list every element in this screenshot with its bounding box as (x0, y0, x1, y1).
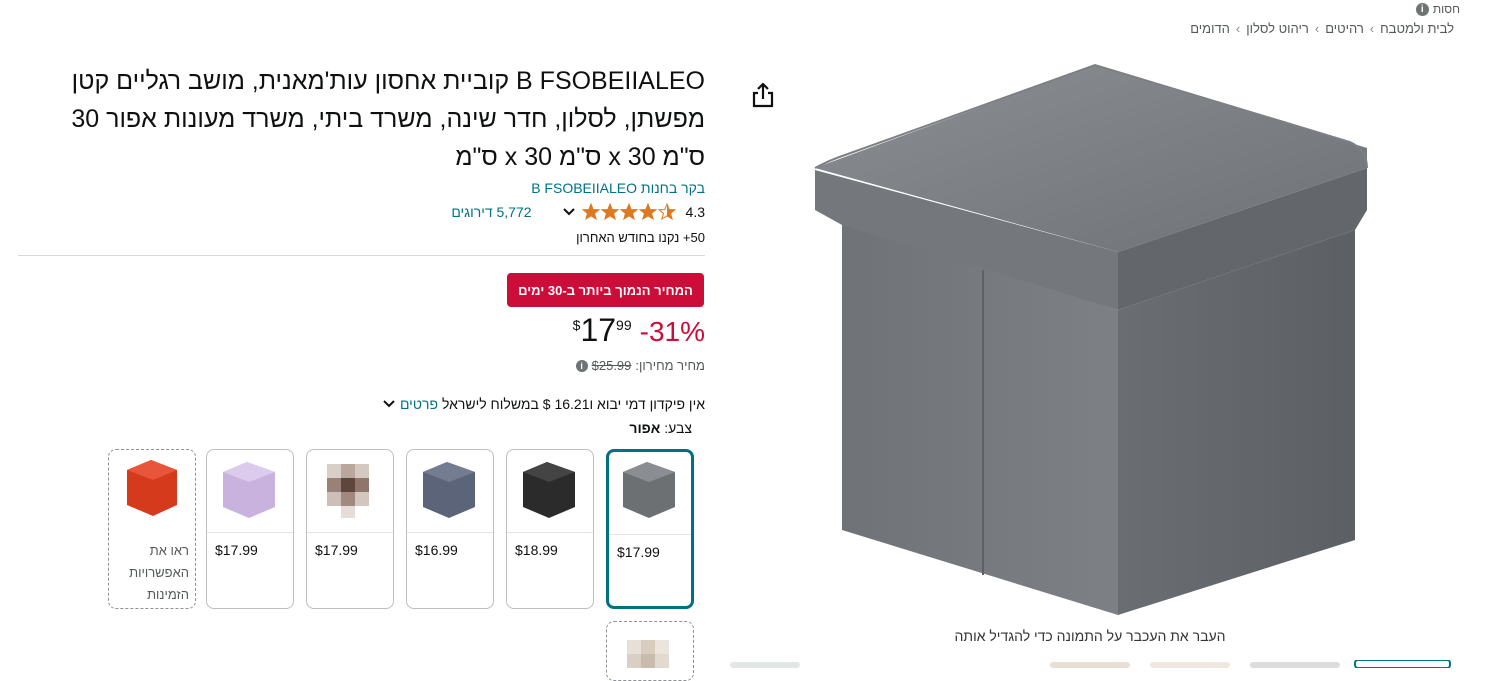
discount-percent: -31% (639, 316, 705, 347)
breadcrumb-item[interactable]: הדומים (1190, 21, 1230, 36)
chevron-left-icon: › (1314, 21, 1320, 36)
breadcrumb: לבית ולמטבח › רהיטים › ריהוט לסלון › הדו… (1190, 21, 1454, 36)
price-row: -31% $ 17 99 (573, 310, 705, 354)
color-selector-label: צבע: אפור (629, 420, 692, 436)
swatch-price: $17.99 (215, 542, 258, 558)
divider (18, 255, 705, 256)
zoom-hint: העבר את העכבר על התמונה כדי להגדיל אותה (954, 628, 1226, 644)
swatch-image (207, 450, 293, 533)
rating-row: 4.3 5,772 דירוגים (451, 203, 705, 221)
swatch-image (507, 450, 593, 533)
ratings-count-link[interactable]: 5,772 דירוגים (451, 204, 531, 220)
store-link[interactable]: בקר בחנות B FSOBEIIALEO (531, 180, 705, 196)
breadcrumb-item[interactable]: לבית ולמטבח (1380, 21, 1454, 36)
rating-value: 4.3 (685, 204, 705, 220)
color-swatch[interactable]: $17.99 (206, 449, 294, 609)
swatch-image (109, 450, 195, 532)
swatch-price: $18.99 (515, 542, 558, 558)
sponsored-label[interactable]: חסות i (1415, 2, 1460, 16)
color-swatch-selected[interactable]: $17.99 (606, 449, 694, 609)
deal-badge: המחיר הנמוך ביותר ב-30 ימים (507, 273, 704, 307)
color-swatch[interactable]: $17.99 (306, 449, 394, 609)
chevron-left-icon: › (1369, 21, 1375, 36)
swatch-price: $17.99 (315, 542, 358, 558)
list-price-label: מחיר מחירון: (635, 358, 705, 373)
chevron-down-icon[interactable] (382, 399, 396, 409)
info-icon: i (1415, 2, 1429, 16)
breadcrumb-item[interactable]: ריהוט לסלון (1246, 21, 1309, 36)
swatch-image (609, 452, 691, 535)
chevron-down-icon[interactable] (562, 207, 576, 217)
shipping-details-link[interactable]: פרטים (400, 396, 438, 412)
list-price-value: $25.99 (591, 358, 632, 373)
color-swatch[interactable]: $18.99 (506, 449, 594, 609)
swatch-image (407, 450, 493, 533)
see-options-text: ראו את האפשרויות הזמינות (129, 543, 189, 602)
swatch-image (307, 450, 393, 533)
current-price: $ 17 99 (572, 312, 632, 348)
product-title: B FSOBEIIALEO קוביית אחסון עות'מאנית, מו… (71, 67, 705, 171)
shipping-info: אין פיקדון דמי יבוא ו16.21 $ במשלוח לישר… (382, 396, 705, 412)
swatch-price: $16.99 (415, 542, 458, 558)
bought-count: 50+ נקנו בחודש האחרון (576, 230, 705, 245)
stars-icon (581, 203, 676, 221)
product-image[interactable] (750, 60, 1470, 630)
list-price-row: מחיר מחירון: $25.99 i (575, 358, 705, 373)
info-icon[interactable]: i (575, 359, 588, 372)
breadcrumb-item[interactable]: רהיטים (1325, 21, 1364, 36)
selected-color: אפור (629, 420, 661, 436)
thumbnail-strip[interactable] (720, 660, 1480, 668)
swatch-price: $17.99 (617, 544, 660, 560)
star-rating[interactable] (581, 203, 680, 221)
swatch-image (627, 640, 669, 668)
color-swatch[interactable]: $16.99 (406, 449, 494, 609)
chevron-left-icon: › (1235, 21, 1241, 36)
see-options-swatch[interactable]: ראו את האפשרויות הזמינות (108, 449, 196, 609)
color-swatch-partial[interactable] (606, 621, 694, 681)
